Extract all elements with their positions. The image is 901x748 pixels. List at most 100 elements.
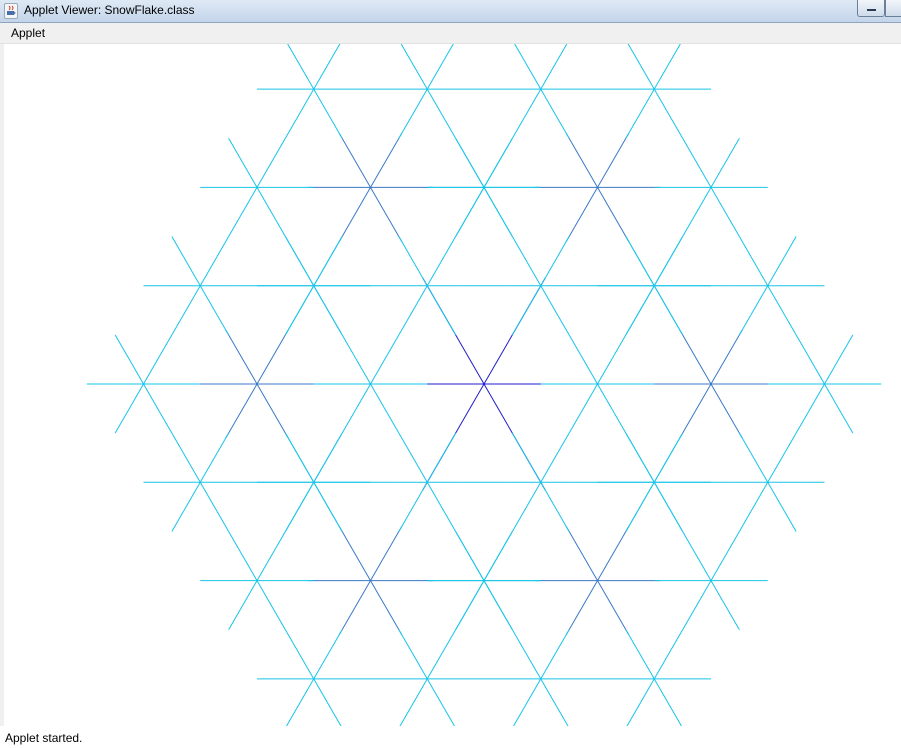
snowflake-tip-arm: [540, 678, 559, 709]
snowflake-tip-arm: [540, 59, 559, 90]
snowflake-tip-arm: [807, 354, 825, 385]
snowflake-tip-arm: [784, 314, 797, 336]
snowflake-tip-arm: [653, 255, 672, 286]
snowflake-tip-arm: [636, 255, 655, 286]
snowflake-tip-arm: [330, 39, 343, 60]
snowflake-tip-arm: [199, 285, 218, 316]
snowflake-tip-arm: [330, 629, 343, 650]
maximize-button[interactable]: [885, 0, 901, 17]
snowflake-tip-arm: [625, 314, 638, 336]
snowflake-tip-arm: [398, 629, 411, 650]
snowflake-tip-arm: [557, 629, 570, 650]
snowflake-tip-arm: [636, 649, 655, 680]
snowflake-tip-arm: [557, 432, 570, 454]
snowflake-tip-arm: [466, 580, 485, 611]
snowflake-tip-arm: [636, 88, 655, 119]
snowflake-tip-arm: [160, 334, 173, 355]
snowflake-tip-arm: [750, 285, 769, 316]
snowflake-tip-arm: [653, 88, 672, 119]
menu-bar: Applet: [0, 23, 901, 44]
snowflake-tip-arm: [143, 354, 161, 385]
snowflake-tip-arm: [540, 649, 559, 680]
snowflake-tip-arm: [625, 39, 638, 60]
snowflake-tip-arm: [483, 187, 502, 218]
snowflake-tip-arm: [330, 314, 343, 336]
snowflake-tip-arm: [341, 413, 354, 434]
snowflake-tip-arm: [443, 432, 457, 454]
snowflake-branch-arm: [338, 526, 371, 581]
menu-applet[interactable]: Applet: [4, 24, 52, 42]
snowflake-tip-arm: [653, 285, 672, 316]
snowflake-tip-arm: [682, 216, 695, 237]
snowflake-tip-arm: [557, 118, 570, 139]
minimize-button[interactable]: [857, 0, 885, 17]
snowflake-tip-arm: [126, 354, 144, 385]
snowflake-tip-arm: [296, 88, 315, 119]
snowflake-tip-arm: [738, 314, 752, 336]
snowflake-tip-arm: [767, 255, 786, 286]
snowflake-tip-arm: [199, 255, 218, 286]
snowflake-branch-arm: [710, 383, 743, 439]
snowflake-tip-arm: [670, 432, 684, 454]
snowflake-tip-arm: [370, 383, 388, 414]
snowflake-tip-arm: [455, 609, 468, 630]
snowflake-tip-arm: [443, 39, 457, 60]
snowflake-tip-arm: [824, 383, 842, 414]
snowflake-tip-arm: [409, 678, 428, 709]
snowflake-tip-arm: [653, 482, 672, 513]
snowflake-tip-arm: [597, 354, 615, 385]
snowflake-tip-arm: [313, 482, 332, 513]
snowflake-tip-arm: [557, 511, 570, 532]
snowflake-tip-arm: [625, 118, 638, 139]
snowflake-tip-arm: [636, 452, 655, 483]
snowflake-tip-arm: [511, 236, 525, 257]
snowflake-tip-arm: [500, 216, 513, 237]
snowflake-tip-arm: [256, 580, 275, 611]
snowflake-tip-arm: [767, 482, 786, 513]
snowflake-tip-arm: [426, 285, 445, 316]
snowflake-tip-arm: [409, 452, 428, 483]
snowflake-tip-arm: [795, 334, 808, 355]
snowflake-tip-arm: [625, 629, 638, 650]
snowflake-tip-arm: [171, 511, 184, 532]
snowflake-tip-arm: [199, 482, 218, 513]
snowflake-branch-arm: [597, 187, 630, 242]
java-cup-icon[interactable]: [4, 3, 18, 19]
snowflake-tip-arm: [511, 708, 525, 729]
snowflake-tip-arm: [670, 708, 684, 729]
snowflake-tip-arm: [738, 511, 752, 532]
snowflake-tip-arm: [398, 511, 411, 532]
snowflake-tip-arm: [426, 678, 445, 709]
snowflake-tip-arm: [784, 432, 797, 454]
snowflake-tip-arm: [409, 59, 428, 90]
snowflake-drawing: [86, 39, 882, 729]
snowflake-branch-arm: [256, 329, 289, 385]
snowflake-tip-arm: [750, 482, 769, 513]
snowflake-tip-arm: [296, 482, 315, 513]
snowflake-tip-arm: [767, 452, 786, 483]
snowflake-branch-arm: [565, 580, 598, 635]
snowflake-tip-arm: [182, 255, 201, 286]
snowflake-tip-arm: [182, 482, 201, 513]
snowflake-branch-arm: [338, 187, 371, 242]
snowflake-tip-arm: [750, 255, 769, 286]
snowflake-tip-arm: [511, 629, 525, 650]
snowflake-tip-arm: [426, 88, 445, 119]
snowflake-tip-arm: [171, 432, 184, 454]
title-bar: Applet Viewer: SnowFlake.class: [0, 0, 901, 23]
snowflake-tip-arm: [523, 649, 542, 680]
snowflake-tip-arm: [795, 413, 808, 434]
snowflake-tip-arm: [239, 157, 258, 188]
snowflake-branch-arm: [710, 329, 743, 385]
snowflake-tip-arm: [443, 629, 457, 650]
snowflake-tip-arm: [313, 255, 332, 286]
snowflake-tip-arm: [409, 649, 428, 680]
snowflake-tip-arm: [653, 649, 672, 680]
snowflake-tip-arm: [841, 413, 854, 434]
snowflake-branch-arm: [565, 187, 598, 242]
snowflake-tip-arm: [216, 511, 230, 532]
snowflake-tip-arm: [710, 187, 729, 218]
snowflake-tip-arm: [466, 187, 485, 218]
snowflake-tip-arm: [784, 236, 797, 257]
snowflake-tip-arm: [443, 236, 457, 257]
